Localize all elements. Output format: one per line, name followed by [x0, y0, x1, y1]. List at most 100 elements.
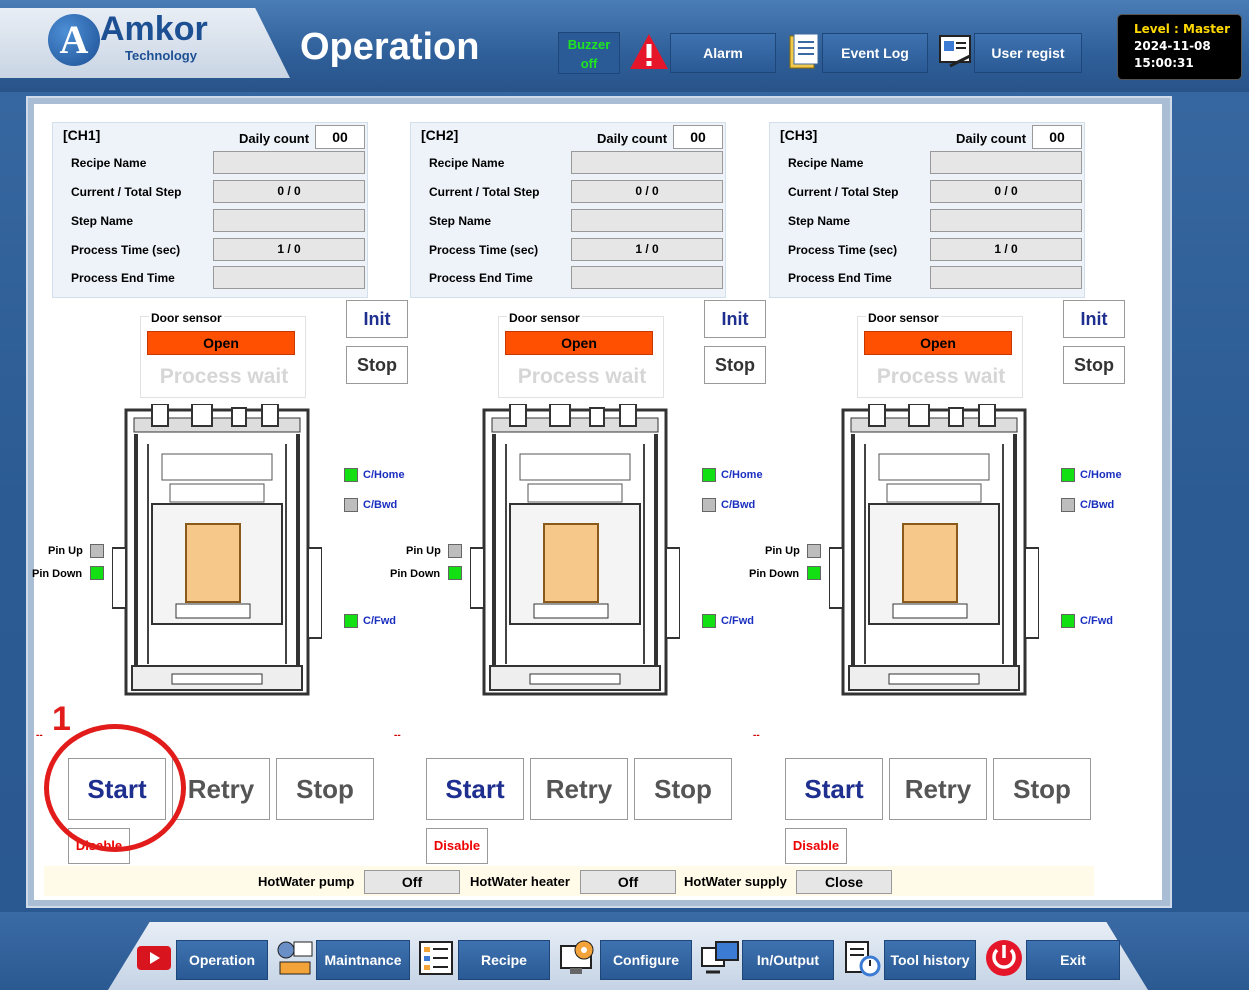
chamber-diagram	[111, 403, 323, 704]
step-name-value	[213, 209, 365, 232]
pin-down-label: Pin Down	[390, 568, 441, 580]
recipe-name-value	[213, 151, 365, 174]
recipe-name-value	[571, 151, 723, 174]
status-dash: --	[36, 730, 43, 741]
door-sensor-label: Door sensor	[149, 311, 224, 325]
buzzer-button[interactable]: Buzzer off	[558, 32, 620, 74]
pin-down-label: Pin Down	[32, 568, 83, 580]
alarm-warning-icon	[630, 34, 668, 69]
process-state: Process wait	[159, 365, 289, 388]
nav-configure-button[interactable]: Configure	[600, 940, 692, 980]
recipe-name-label: Recipe Name	[429, 156, 505, 170]
status-dash: --	[753, 730, 760, 741]
nav-tool-history-button[interactable]: Tool history	[884, 940, 976, 980]
logo-text: Amkor	[100, 10, 208, 48]
recipe-name-value	[930, 151, 1082, 174]
logo-subtext: Technology	[125, 48, 197, 63]
buzzer-state: off	[580, 56, 598, 71]
operation-screen: A Amkor Technology Operation Buzzer off …	[0, 0, 1249, 990]
nav-operation-button[interactable]: Operation	[176, 940, 268, 980]
user-register-icon	[939, 35, 971, 68]
channel-info-box: [CH2] Daily count 00 Recipe Name Current…	[410, 122, 726, 298]
process-end-time-label: Process End Time	[429, 271, 533, 285]
step-name-label: Step Name	[71, 214, 134, 228]
footer-nav-bar: Operation Maintnance Recipe Configure In…	[0, 912, 1249, 990]
alarm-label: Alarm	[703, 45, 743, 61]
pin-up-label: Pin Up	[406, 545, 441, 557]
c-fwd-label: C/Fwd	[1080, 615, 1113, 627]
pin-up-indicator	[807, 544, 821, 558]
step-value: 0 / 0	[213, 180, 365, 203]
init-button[interactable]: Init	[1063, 300, 1125, 338]
channel-title: [CH1]	[63, 127, 101, 143]
stop-small-button[interactable]: Stop	[1063, 346, 1125, 384]
main-frame: [CH1] Daily count 00 Recipe Name Current…	[26, 96, 1172, 908]
process-state: Process wait	[517, 365, 647, 388]
user-regist-label: User regist	[991, 45, 1065, 61]
alarm-button[interactable]: Alarm	[670, 33, 776, 73]
pin-down-indicator	[90, 566, 104, 580]
c-fwd-indicator	[344, 614, 358, 628]
hotwater-supply-label: HotWater supply	[684, 874, 787, 889]
hotwater-supply-value[interactable]: Close	[796, 870, 892, 894]
inoutput-icon	[701, 941, 739, 974]
recipe-name-label: Recipe Name	[71, 156, 147, 170]
step-name-value	[930, 209, 1082, 232]
nav-tool-history-label: Tool history	[890, 952, 970, 968]
chamber-diagram	[828, 403, 1040, 704]
nav-recipe-label: Recipe	[481, 952, 527, 968]
level-datetime-panel: Level : Master 2024-11-08 15:00:31	[1117, 14, 1242, 80]
channel-2-panel: [CH2] Daily count 00 Recipe Name Current…	[390, 104, 766, 900]
pin-up-indicator	[90, 544, 104, 558]
door-sensor-box: Door sensor Open Process wait	[498, 311, 664, 398]
process-time-label: Process Time (sec)	[788, 243, 898, 257]
stop-button[interactable]: Stop	[276, 758, 374, 820]
disable-button[interactable]: Disable	[426, 828, 488, 864]
process-end-time-value	[571, 266, 723, 289]
door-sensor-label: Door sensor	[507, 311, 582, 325]
nav-exit-button[interactable]: Exit	[1026, 940, 1120, 980]
user-regist-button[interactable]: User regist	[974, 33, 1082, 73]
nav-inoutput-button[interactable]: In/Output	[742, 940, 834, 980]
door-sensor-label: Door sensor	[866, 311, 941, 325]
start-button[interactable]: Start	[785, 758, 883, 820]
process-time-value: 1 / 0	[571, 238, 723, 261]
daily-count-label: Daily count	[239, 131, 310, 146]
power-exit-icon	[986, 940, 1022, 976]
nav-operation-label: Operation	[188, 952, 256, 968]
retry-button[interactable]: Retry	[889, 758, 987, 820]
process-end-time-value	[213, 266, 365, 289]
step-label: Current / Total Step	[788, 185, 899, 199]
pin-down-label: Pin Down	[749, 568, 800, 580]
channel-title: [CH2]	[421, 127, 459, 143]
start-button[interactable]: Start	[426, 758, 524, 820]
event-log-button[interactable]: Event Log	[822, 33, 928, 73]
maintenance-icon	[277, 941, 313, 975]
current-time: 15:00:31	[1134, 56, 1194, 70]
retry-button[interactable]: Retry	[530, 758, 628, 820]
pin-down-indicator	[448, 566, 462, 580]
main-panel: [CH1] Daily count 00 Recipe Name Current…	[32, 104, 1162, 900]
door-status: Open	[147, 331, 295, 355]
step-label: Current / Total Step	[71, 185, 182, 199]
annotation-number: 1	[52, 700, 71, 738]
nav-inoutput-label: In/Output	[756, 952, 820, 968]
c-fwd-indicator	[1061, 614, 1075, 628]
c-home-label: C/Home	[1080, 469, 1122, 481]
process-time-value: 1 / 0	[213, 238, 365, 261]
pin-up-indicator	[448, 544, 462, 558]
c-home-indicator	[702, 468, 716, 482]
pin-down-indicator	[807, 566, 821, 580]
event-log-label: Event Log	[841, 45, 909, 61]
nav-recipe-button[interactable]: Recipe	[458, 940, 550, 980]
hotwater-heater-value[interactable]: Off	[580, 870, 676, 894]
hotwater-bar: HotWater pump Off HotWater heater Off Ho…	[44, 866, 1094, 896]
door-status: Open	[864, 331, 1012, 355]
door-sensor-box: Door sensor Open Process wait	[857, 311, 1023, 398]
nav-maintnance-button[interactable]: Maintnance	[316, 940, 410, 980]
stop-button[interactable]: Stop	[993, 758, 1091, 820]
stop-button[interactable]: Stop	[634, 758, 732, 820]
retry-button[interactable]: Retry	[172, 758, 270, 820]
hotwater-pump-value[interactable]: Off	[364, 870, 460, 894]
disable-button[interactable]: Disable	[785, 828, 847, 864]
